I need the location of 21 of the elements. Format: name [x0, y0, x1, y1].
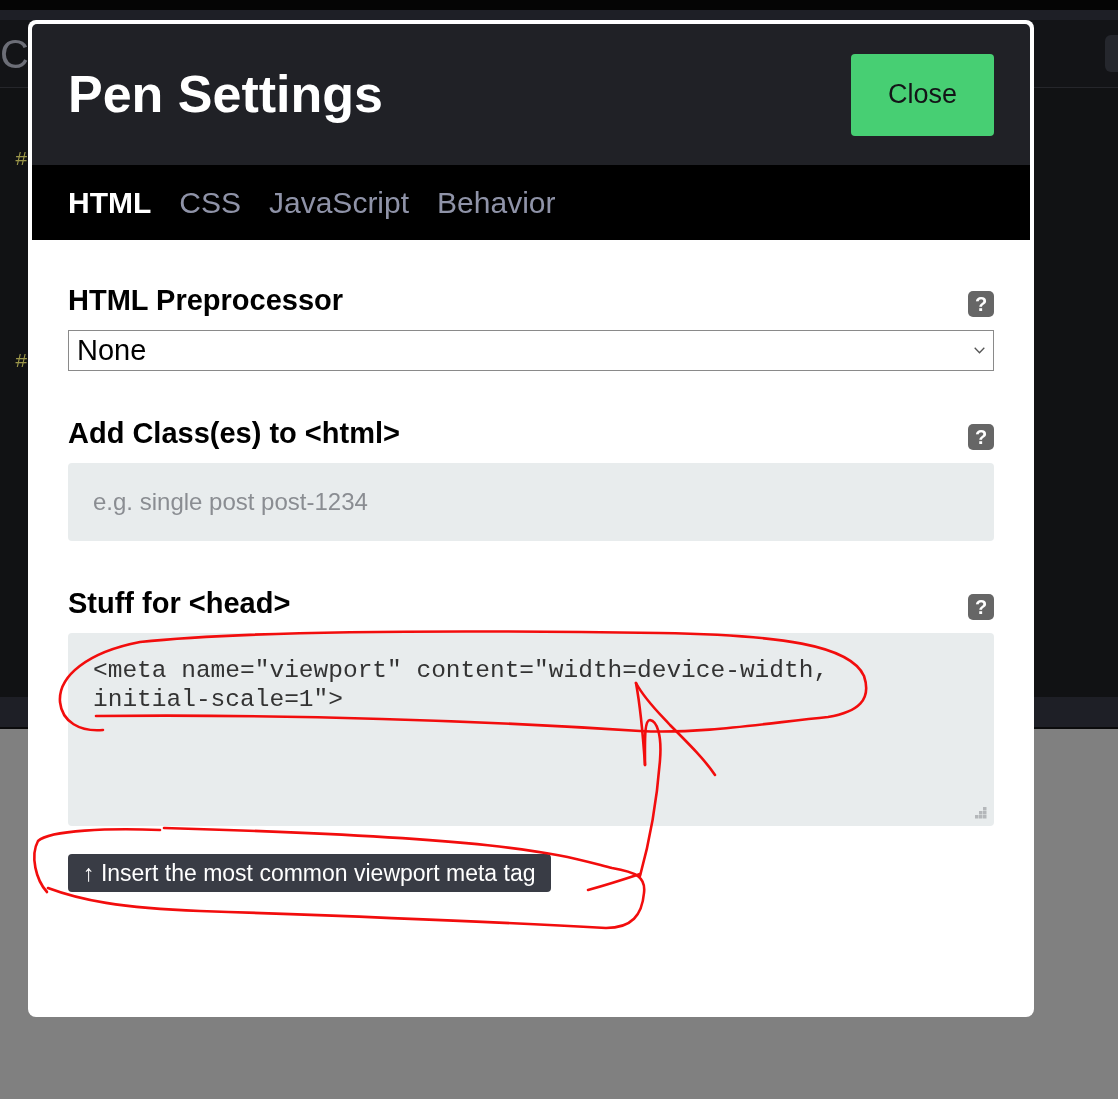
head-textarea[interactable]: <meta name="viewport" content="width=device-width, initial-scale=1">: [68, 633, 994, 826]
editor-title: C: [0, 33, 29, 74]
field-label: Stuff for <head>: [68, 586, 291, 621]
chevron-down-icon: [974, 347, 985, 354]
help-button[interactable]: ?: [968, 593, 994, 620]
dialog-title: Pen Settings: [68, 65, 383, 124]
tab[interactable]: JavaScript: [269, 184, 410, 221]
class-input-field[interactable]: e.g. single post post-1234: [68, 463, 994, 541]
code-text: #: [15, 350, 28, 374]
tab[interactable]: Behavior: [437, 184, 556, 221]
code-text: #: [15, 148, 28, 172]
tab[interactable]: HTML: [68, 184, 152, 221]
field-label: HTML Preprocessor: [68, 283, 344, 318]
help-button[interactable]: ?: [968, 290, 994, 317]
resize-grip-icon[interactable]: [975, 807, 987, 819]
tab[interactable]: CSS: [179, 184, 241, 221]
field-label: Add Class(es) to <html>: [68, 416, 400, 451]
close-button[interactable]: Close: [851, 53, 994, 136]
help-button[interactable]: ?: [968, 423, 994, 450]
preprocessor-select[interactable]: None: [68, 330, 994, 371]
insert-meta-button[interactable]: ↑ Insert the most common viewport meta tag: [68, 854, 551, 892]
